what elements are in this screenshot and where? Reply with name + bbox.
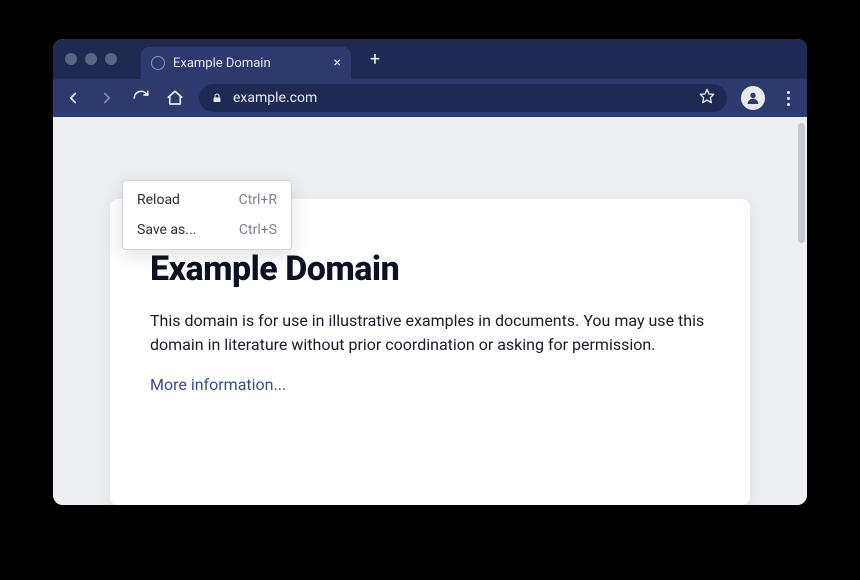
new-tab-button[interactable]: + — [361, 45, 389, 73]
address-bar[interactable]: example.com — [199, 84, 727, 112]
browser-window: Example Domain × + example.com — [53, 39, 807, 505]
tab-strip: Example Domain × + — [53, 39, 807, 79]
home-icon — [166, 89, 184, 107]
arrow-right-icon — [98, 89, 116, 107]
user-icon — [745, 90, 761, 106]
context-menu-shortcut: Ctrl+S — [239, 222, 277, 238]
toolbar: example.com — [53, 79, 807, 117]
context-menu-label: Save as... — [137, 222, 196, 238]
forward-button[interactable] — [97, 88, 117, 108]
minimize-window-button[interactable] — [85, 53, 97, 65]
close-window-button[interactable] — [65, 53, 77, 65]
vertical-scrollbar[interactable] — [798, 123, 805, 243]
url-text: example.com — [233, 90, 689, 106]
page-viewport: Example Domain This domain is for use in… — [53, 117, 807, 505]
context-menu: Reload Ctrl+R Save as... Ctrl+S — [122, 180, 292, 250]
tab-title: Example Domain — [173, 56, 326, 71]
page-heading: Example Domain — [150, 249, 710, 289]
browser-tab[interactable]: Example Domain × — [141, 47, 351, 79]
kebab-dot-icon — [787, 91, 790, 94]
page-body-text: This domain is for use in illustrative e… — [150, 309, 710, 357]
home-button[interactable] — [165, 88, 185, 108]
arrow-left-icon — [64, 89, 82, 107]
context-menu-shortcut: Ctrl+R — [239, 192, 277, 208]
star-icon — [699, 88, 715, 104]
bookmark-button[interactable] — [699, 88, 715, 108]
context-menu-item-save-as[interactable]: Save as... Ctrl+S — [123, 215, 291, 245]
more-information-link[interactable]: More information... — [150, 375, 286, 394]
lock-icon — [211, 92, 223, 104]
reload-icon — [132, 89, 150, 107]
kebab-dot-icon — [787, 97, 790, 100]
profile-button[interactable] — [741, 86, 765, 110]
context-menu-label: Reload — [137, 192, 180, 208]
back-button[interactable] — [63, 88, 83, 108]
close-tab-icon[interactable]: × — [334, 55, 341, 71]
window-controls — [65, 53, 117, 65]
menu-button[interactable] — [779, 91, 797, 106]
tab-favicon — [151, 56, 165, 70]
kebab-dot-icon — [787, 103, 790, 106]
maximize-window-button[interactable] — [105, 53, 117, 65]
context-menu-item-reload[interactable]: Reload Ctrl+R — [123, 185, 291, 215]
reload-button[interactable] — [131, 88, 151, 108]
